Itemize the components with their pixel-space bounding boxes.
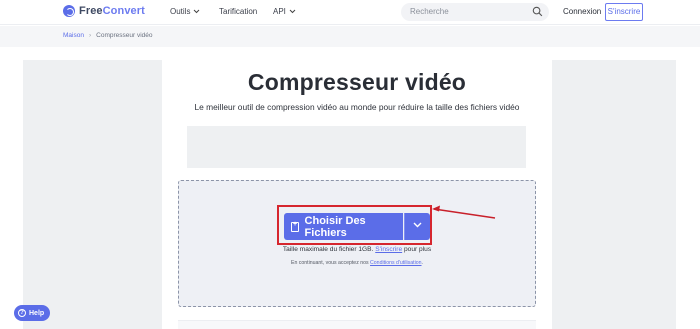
choose-files-button[interactable]: Choisir Des Fichiers <box>284 213 403 240</box>
nav-tarification-label: Tarification <box>219 7 258 16</box>
login-link[interactable]: Connexion <box>563 7 601 16</box>
page-title: Compresseur vidéo <box>247 69 467 95</box>
page-subtitle: Le meilleur outil de compression vidéo a… <box>194 102 520 112</box>
top-navbar: FreeConvert Outils Tarification API Rech… <box>0 0 700 25</box>
breadcrumb: Maison › Compresseur vidéo <box>0 26 700 47</box>
nav-tarification[interactable]: Tarification <box>219 7 257 16</box>
logo-text-part1: Free <box>79 5 103 17</box>
terms-suffix: . <box>421 260 423 266</box>
nav-api-label: API <box>273 7 286 16</box>
file-add-icon <box>291 221 299 232</box>
help-button[interactable]: ? Help <box>14 305 50 321</box>
nav-outils[interactable]: Outils <box>170 7 200 16</box>
terms-link[interactable]: Conditions d'utilisation <box>370 260 421 266</box>
chevron-down-icon <box>194 9 200 14</box>
search-placeholder: Recherche <box>410 7 449 16</box>
terms-prefix: En continuant, vous acceptez nos <box>291 260 369 266</box>
help-label: Help <box>29 309 45 317</box>
annotation-arrow <box>432 205 496 219</box>
signup-link[interactable]: S'inscrire <box>375 246 402 253</box>
search-icon[interactable] <box>532 6 543 17</box>
search-input[interactable]: Recherche <box>401 3 549 21</box>
breadcrumb-current: Compresseur vidéo <box>96 32 153 39</box>
chevron-down-icon <box>289 9 296 14</box>
chevron-right-icon: › <box>88 32 92 39</box>
nav-outils-label: Outils <box>170 7 191 16</box>
signup-button[interactable]: S'inscrire <box>605 3 643 21</box>
nav-api[interactable]: API <box>273 7 296 16</box>
breadcrumb-home[interactable]: Maison <box>63 32 84 39</box>
content-card-bottom <box>178 320 536 329</box>
terms-notice: En continuant, vous acceptez nos Conditi… <box>178 260 536 266</box>
logo[interactable]: FreeConvert <box>63 5 145 17</box>
help-question-icon: ? <box>18 309 26 317</box>
choose-files-label: Choisir Des Fichiers <box>304 214 366 239</box>
left-ad-placeholder <box>23 60 162 329</box>
max-file-size-text: Taille maximale du fichier 1GB. S'inscri… <box>178 246 536 253</box>
ad-banner-placeholder <box>187 126 526 168</box>
freeconvert-logo-icon <box>63 5 75 17</box>
max-size-suffix: pour plus <box>403 246 432 253</box>
right-ad-placeholder <box>552 60 676 329</box>
logo-text-part2: Convert <box>102 5 145 17</box>
max-size-text: Taille maximale du fichier 1GB. <box>282 246 374 253</box>
